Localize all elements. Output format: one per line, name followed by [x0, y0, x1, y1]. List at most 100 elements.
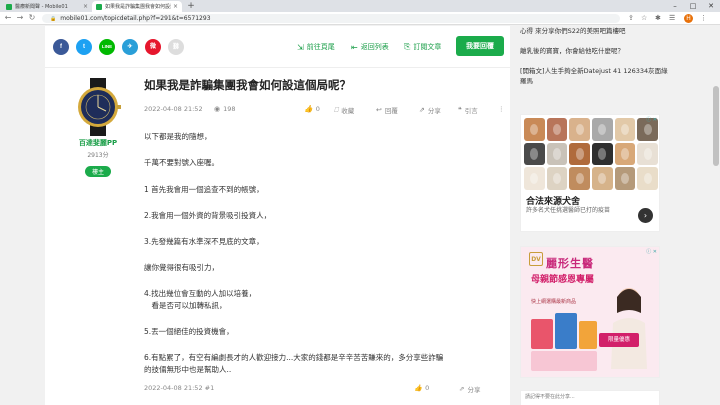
avatar[interactable] — [71, 78, 125, 136]
post-paragraph: 千萬不要對號入座喔。 — [144, 158, 219, 167]
menu-icon[interactable]: ⋮ — [700, 14, 707, 22]
post-title: 如果我是詐騙集團我會如何設這個局呢？ — [144, 78, 351, 92]
reading-list-icon[interactable]: ☰ — [669, 14, 675, 22]
post-floor-date: 2022-04-08 21:52 #1 — [144, 384, 215, 392]
minimize-icon[interactable]: – — [666, 0, 684, 12]
ad-choices-icon[interactable]: ⓘ ✕ — [646, 116, 657, 123]
url-text: mobile01.com/topicdetail.php?f=291&t=657… — [60, 15, 211, 22]
puppy-photo — [524, 118, 545, 141]
ad-title: 合法來源犬舍 — [526, 197, 581, 207]
share-button[interactable]: ⇗ 分享 — [419, 105, 441, 115]
author-card: 百達斐麗PP 2913分 樓主 — [69, 78, 127, 178]
go-to-bottom-link[interactable]: ⇲ 前往頁尾 — [297, 42, 335, 52]
reply-post-button[interactable]: ↩ 回覆 — [376, 105, 398, 115]
subscribe-link[interactable]: ⎘ 訂閱文章 — [404, 42, 441, 52]
price-tag: 限量優惠 — [599, 333, 639, 347]
subscribe-icon: ⎘ — [404, 42, 411, 51]
like-button[interactable]: 👍 0 — [304, 105, 320, 113]
weibo-share-icon[interactable]: 微 — [145, 39, 161, 55]
twitter-share-icon[interactable]: t — [76, 39, 92, 55]
profile-avatar[interactable]: H — [684, 14, 693, 23]
post-paragraph: 6.有點累了，有空有編劇長才的人歡迎接力...大家的錢都是辛辛苦苦賺來的，多分享… — [144, 353, 444, 362]
post-paragraph: 5.丟一個絕佳的投資機會， — [144, 327, 234, 336]
post-meta: 2022-04-08 21:52 ◉ 198 👍 0 ⎕ 收藏 ↩ 回覆 ⇗ 分享 ❝ 引言… — [144, 105, 505, 117]
ad-arrow-icon[interactable]: › — [638, 208, 653, 223]
footer-share-button[interactable]: ⇗ 分享 — [459, 384, 480, 394]
author-name[interactable]: 百達斐麗PP — [69, 138, 127, 148]
forward-icon[interactable]: → — [15, 13, 25, 22]
watch-avatar-image — [78, 78, 121, 136]
footer-like-count: 0 — [425, 384, 430, 392]
author-points: 2913分 — [87, 152, 109, 159]
share-page-icon[interactable]: ⇪ — [628, 14, 634, 22]
reload-icon[interactable]: ↻ — [27, 13, 37, 22]
return-icon: ⇤ — [351, 42, 358, 52]
browser-tab[interactable]: 醫療新聞聲 - Mobile01 × — [2, 1, 92, 12]
beauty-ad[interactable]: ⓘ ✕ DV 麗形生醫 母親節感恩專屬 快上網選購最新商品 限量優惠 — [520, 246, 660, 378]
page-scrollbar[interactable] — [712, 26, 720, 405]
puppy-photo — [546, 167, 568, 190]
address-bar[interactable]: 🔒 mobile01.com/topicdetail.php?f=291&t=65… — [42, 14, 620, 23]
close-tab-icon[interactable]: × — [83, 3, 88, 10]
reply-icon: ↩ — [376, 106, 382, 114]
post-paragraph: 讓你覺得很有吸引力， — [144, 263, 219, 272]
puppy-photo-grid — [524, 118, 658, 190]
puppy-photo — [569, 142, 590, 166]
ad-brand: 麗形生醫 — [546, 257, 594, 270]
facebook-share-icon[interactable]: f — [53, 39, 69, 55]
new-tab-button[interactable]: + — [186, 1, 196, 11]
scrollbar-thumb[interactable] — [713, 86, 719, 166]
view-count-value: 198 — [223, 105, 236, 113]
post-paragraph: 1 首先我會用一個追查不到的帳號， — [144, 185, 264, 194]
favorite-label: 收藏 — [341, 107, 355, 115]
related-topic-link[interactable]: 離乳後的寶寶，你會給他吃什麼呢？ — [520, 46, 668, 56]
ad-choices-icon[interactable]: ⓘ ✕ — [646, 248, 657, 255]
ad-small-text: 快上網選購最新商品 — [531, 299, 577, 305]
close-window-icon[interactable]: ✕ — [702, 0, 720, 12]
post-paragraph: 2.我會用一個外資的背景吸引投資人， — [144, 211, 272, 220]
thumbs-up-icon: 👍 — [304, 105, 313, 113]
post-paragraph: 3.先發幾篇有水準深不見底的文章， — [144, 237, 264, 246]
back-icon[interactable]: ← — [3, 13, 13, 22]
line-share-icon[interactable]: LINE — [99, 39, 115, 55]
page-content: f t LINE ✈ 微 ⛓ ⇲前往頁尾 ⇤返回列表 ⎘訂閱文章 我要回覆 — [0, 26, 720, 405]
telegram-share-icon[interactable]: ✈ — [122, 39, 138, 55]
bottom-ad[interactable]: 請記得不要在此分享... — [520, 390, 660, 405]
puppy-photo — [614, 118, 636, 141]
ad-slogan: 母親節感恩專屬 — [531, 275, 595, 285]
share-icon: ⇗ — [419, 106, 425, 114]
puppy-photo — [614, 167, 636, 190]
browser-tab-active[interactable]: 如果我是詐騙集團我會如何設這個局呢？ × — [92, 1, 182, 12]
more-options-icon[interactable]: ⋮ — [498, 105, 505, 113]
ad-subtitle: 許多名犬任挑選醫師已打的疫苗 — [526, 207, 611, 214]
post-paragraph: 看是否可以加轉私訊， — [144, 301, 227, 310]
favorite-button[interactable]: ⎕ 收藏 — [334, 105, 355, 116]
bookmark-icon: ⎕ — [334, 105, 339, 114]
share-label: 分享 — [427, 107, 441, 115]
extensions-icon[interactable]: ✱ — [655, 14, 661, 22]
related-topic-link[interactable]: [開箱文]人生手夠全新Datejust 41 126334灰面綠羅馬 — [520, 66, 668, 86]
maximize-icon[interactable]: □ — [684, 0, 702, 12]
quote-button[interactable]: ❝ 引言 — [458, 105, 478, 115]
site-favicon-icon — [6, 3, 12, 10]
subscribe-label: 訂閱文章 — [413, 43, 442, 51]
puppy-ad[interactable]: 合法來源犬舍 許多名犬任挑選醫師已打的疫苗 › ⓘ ✕ — [520, 114, 660, 232]
footer-like-button[interactable]: 👍 0 — [414, 384, 429, 392]
arrow-down-icon: ⇲ — [297, 42, 304, 52]
puppy-photo — [637, 142, 658, 166]
back-to-list-link[interactable]: ⇤ 返回列表 — [351, 42, 389, 52]
share-icon: ⇗ — [459, 385, 465, 393]
puppy-photo — [591, 142, 613, 166]
close-tab-icon[interactable]: × — [173, 3, 178, 10]
copy-link-icon[interactable]: ⛓ — [168, 39, 184, 55]
bookmark-star-icon[interactable]: ☆ — [641, 14, 647, 22]
post-paragraph: 的技倆無形中也是幫助人.. — [144, 365, 232, 374]
reply-button[interactable]: 我要回覆 — [456, 36, 504, 56]
product-box — [531, 319, 553, 349]
reply-label: 回覆 — [384, 107, 398, 115]
lock-icon: 🔒 — [50, 16, 57, 22]
related-topic-link[interactable]: 心得 來分享你們S22的美照吧篇樓吧 — [520, 26, 668, 36]
browser-tab-bar: 醫療新聞聲 - Mobile01 × 如果我是詐騙集團我會如何設這個局呢？ × … — [0, 0, 720, 12]
op-badge: 樓主 — [84, 166, 111, 177]
quote-label: 引言 — [464, 107, 478, 115]
